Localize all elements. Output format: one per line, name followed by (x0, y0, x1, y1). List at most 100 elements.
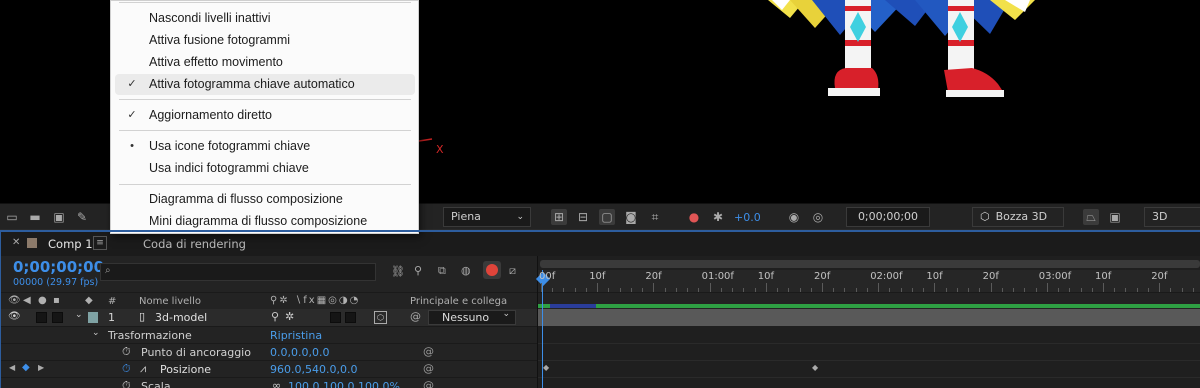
menu-item-mini-flowchart[interactable]: Mini diagramma di flusso composizione (115, 211, 415, 232)
layer-search-input[interactable]: ⌕ (100, 263, 376, 281)
current-time-display[interactable]: 0;00;00;00 (846, 207, 930, 227)
menu-item-live-update[interactable]: ✓ Aggiornamento diretto (115, 105, 415, 126)
ruler-minor-tick (1013, 288, 1015, 292)
tab-comp-1[interactable]: Comp 1 (48, 237, 93, 251)
property-name: Posizione (160, 363, 212, 376)
reset-link[interactable]: Ripristina (270, 329, 322, 342)
keyframe-icon[interactable]: ◆ (543, 363, 549, 372)
color-channels-icon[interactable]: ● (686, 209, 702, 225)
draft-3d-toggle-icon[interactable]: ⚲ (414, 264, 422, 277)
parent-dropdown[interactable]: Nessuno ⌄ (428, 309, 516, 325)
anchor-point-row[interactable]: ⏱ Punto di ancoraggio 0.0,0.0,0.0 @ (0, 343, 537, 360)
track-divider (538, 377, 1200, 378)
property-name: Punto di ancoraggio (141, 346, 251, 359)
next-keyframe-icon[interactable]: ▶ (38, 363, 44, 372)
pick-whip-icon[interactable]: @ (423, 362, 434, 375)
transform-label: Trasformazione (108, 329, 192, 342)
audio-header-icon: ◀ (23, 295, 31, 306)
view-mode-dropdown[interactable]: 3D avanz... (1144, 207, 1200, 241)
ruler-minor-tick (1058, 288, 1060, 292)
x-axis-label: X (436, 143, 444, 156)
work-area-bar[interactable] (538, 304, 1200, 308)
graph-editor-icon[interactable]: ⧄ (509, 264, 516, 278)
expand-chevron-icon[interactable]: ⌄ (92, 328, 100, 338)
timecode-value: 0;00;00;00 (857, 210, 919, 223)
property-value[interactable]: 960.0,540.0,0.0 (270, 363, 357, 376)
menu-item-frame-blending[interactable]: Attiva fusione fotogrammi (115, 30, 415, 51)
shy-switch-icon[interactable]: ⚲ (271, 310, 279, 323)
exposure-value[interactable]: +0.0 (734, 211, 761, 224)
ruler-minor-tick (1147, 288, 1149, 292)
pick-whip-icon[interactable]: @ (423, 379, 434, 388)
link-icon[interactable]: ∞ (272, 379, 281, 388)
transform-group-row[interactable]: ⌄ Trasformazione Ripristina (0, 326, 537, 343)
property-value[interactable]: 0.0,0.0,0.0 (270, 346, 329, 359)
menu-item-comp-flowchart[interactable]: Diagramma di flusso composizione (115, 189, 415, 210)
layer-name-header[interactable]: Nome livello (139, 296, 201, 307)
solo-toggle[interactable] (36, 312, 47, 323)
stopwatch-icon[interactable]: ⏱ (122, 345, 131, 359)
layer-name[interactable]: 3d-model (155, 311, 207, 324)
pick-whip-icon[interactable]: @ (423, 345, 434, 358)
pick-whip-icon[interactable]: @ (410, 310, 421, 323)
frame-blending-icon[interactable]: ◍ (461, 264, 471, 277)
shy-layers-icon[interactable]: ⧉ (438, 264, 446, 278)
layer-duration-bar[interactable] (538, 309, 1200, 326)
ruler-minor-tick (833, 288, 835, 292)
toggle-transparency-icon[interactable]: ◙ (623, 209, 639, 225)
menu-item-label: Usa icone fotogrammi chiave (149, 139, 311, 153)
expand-chevron-icon[interactable]: ⌄ (75, 310, 83, 320)
collapse-switch-icon[interactable]: ✲ (285, 310, 294, 323)
layer-color-label[interactable] (88, 312, 98, 323)
ground-plane-icon[interactable]: ▣ (1107, 209, 1123, 225)
ruler-minor-tick (574, 288, 576, 292)
pen-icon[interactable]: ✎ (74, 209, 90, 225)
always-preview-icon[interactable]: ▭ (4, 209, 20, 225)
property-value[interactable]: 100.0,100.0,100.0% (288, 380, 400, 388)
color-management-icon[interactable]: ✱ (710, 209, 726, 225)
ruler-label: 00f (539, 271, 556, 282)
motion-blur-switch[interactable] (345, 312, 356, 323)
draft-3d-icon[interactable]: ⏢ (1083, 209, 1099, 225)
layer-row[interactable]: 👁 ⌄ 1 ▯ 3d-model ⚲ ✲ ⬡ @ Nessuno ⌄ (0, 309, 537, 326)
x-axis-gizmo (418, 138, 433, 142)
region-of-interest-icon[interactable]: ▢ (599, 209, 615, 225)
previous-keyframe-icon[interactable]: ◀ (9, 363, 15, 372)
position-row[interactable]: ◀ ◆ ▶ ⏱ ⩘ Posizione 960.0,540.0,0.0 @ (0, 360, 537, 377)
resolution-dropdown[interactable]: Piena ⌄ (443, 207, 531, 227)
menu-item-auto-keyframe[interactable]: ✓ Attiva fotogramma chiave automatico (115, 74, 415, 95)
grid-guides-icon[interactable]: ⌗ (647, 209, 663, 225)
menu-item-keyframe-icons[interactable]: • Usa icone fotogrammi chiave (115, 136, 415, 157)
show-snapshot-icon[interactable]: ◎ (810, 209, 826, 225)
lock-toggle[interactable] (52, 312, 63, 323)
stopwatch-icon[interactable]: ⏱ (122, 379, 131, 388)
ruler-major-tick (1103, 283, 1104, 292)
menu-item-label: Aggiornamento diretto (149, 108, 272, 122)
auto-keyframe-button[interactable] (483, 261, 501, 279)
visibility-eye-icon[interactable]: 👁 (8, 311, 21, 322)
lock-header-icon: ▪ (53, 295, 60, 306)
renderer-dropdown[interactable]: ⬡ Bozza 3D (972, 207, 1064, 227)
3d-layer-switch-icon[interactable]: ⬡ (374, 311, 387, 324)
film-icon[interactable]: ▣ (51, 209, 67, 225)
menu-item-hide-shy-layers[interactable]: Nascondi livelli inattivi (115, 8, 415, 29)
time-navigator[interactable] (540, 260, 1200, 268)
cached-frames-bar (550, 304, 596, 308)
camera-snapshot-icon[interactable]: ◉ (786, 209, 802, 225)
folder-icon[interactable]: ▬ (27, 209, 43, 225)
menu-item-motion-blur[interactable]: Attiva effetto movimento (115, 52, 415, 73)
mask-visibility-icon[interactable]: ⊟ (575, 209, 591, 225)
close-tab-icon[interactable]: ✕ (12, 237, 20, 248)
scale-row[interactable]: ⏱ Scala ∞ 100.0,100.0,100.0% @ (0, 377, 537, 388)
stopwatch-active-icon[interactable]: ⏱ (122, 362, 131, 376)
menu-item-keyframe-indices[interactable]: Usa indici fotogrammi chiave (115, 158, 415, 179)
adjustment-switch[interactable] (330, 312, 341, 323)
tab-render-queue[interactable]: Coda di rendering (143, 237, 246, 251)
ruler-minor-tick (777, 288, 779, 292)
panel-menu-icon[interactable]: ≡ (93, 236, 107, 250)
composition-mini-flowchart-icon[interactable]: ⛓ (391, 265, 405, 278)
add-keyframe-icon[interactable]: ◆ (22, 362, 30, 373)
keyframe-icon[interactable]: ◆ (812, 363, 818, 372)
transparency-grid-icon[interactable]: ⊞ (551, 209, 567, 225)
current-time-large[interactable]: 0;00;00;00 (13, 258, 104, 276)
